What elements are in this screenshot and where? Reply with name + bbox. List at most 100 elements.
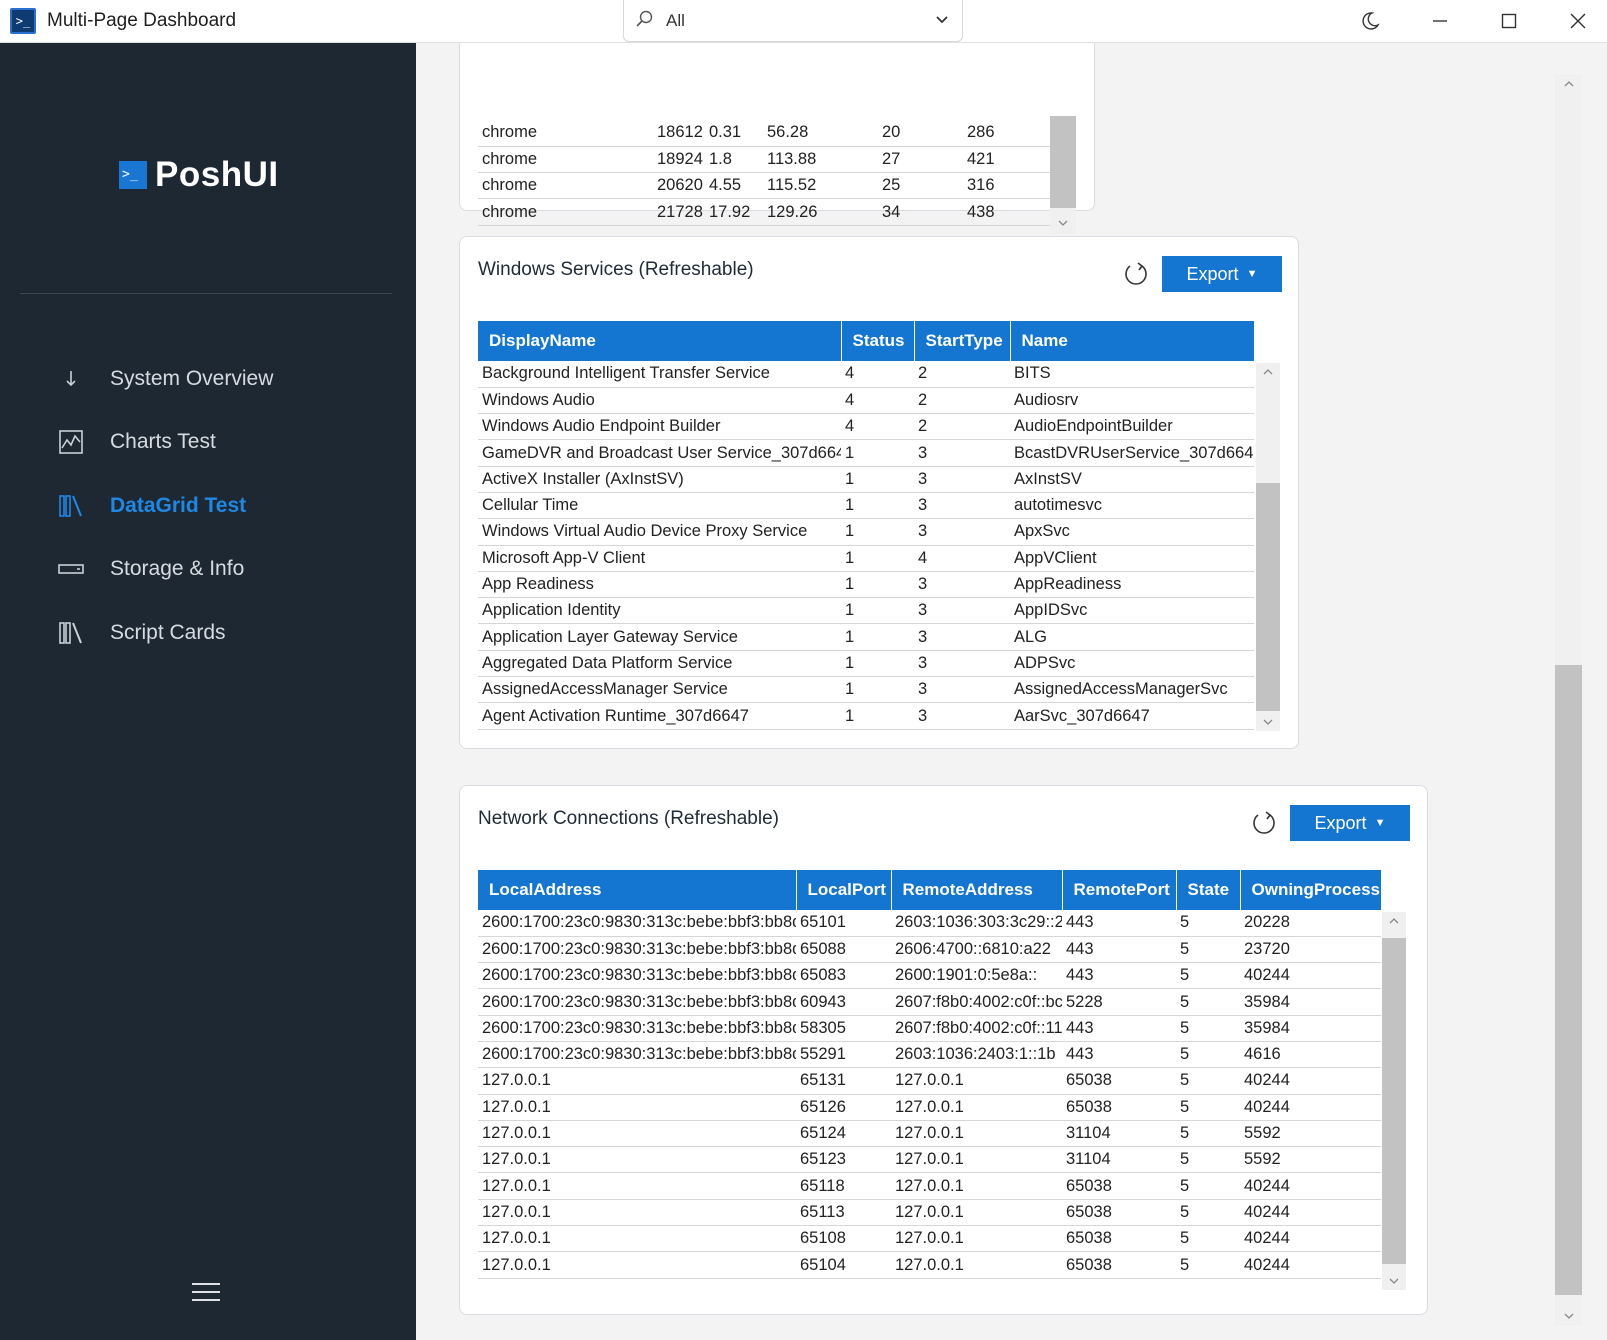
network-grid: LocalAddress LocalPort RemoteAddress Remote… <box>478 870 1382 1279</box>
column-header[interactable]: LocalPort <box>796 870 892 910</box>
table-cell: Audiosrv <box>1010 387 1254 415</box>
column-header[interactable]: OwningProcess <box>1240 870 1382 910</box>
table-row[interactable]: 2600:1700:23c0:9830:313c:bebe:bbf3:bb8d 6… <box>478 962 1381 990</box>
scroll-down-icon[interactable] <box>1555 1307 1582 1325</box>
table-cell: 4 <box>841 361 914 388</box>
table-row[interactable]: Cellular Time 1 3 autotimesvc <box>478 492 1254 520</box>
search-dropdown[interactable]: All <box>623 0 963 42</box>
scroll-down-icon[interactable] <box>1050 214 1076 232</box>
sidebar-item-charts-test[interactable]: Charts Test <box>0 414 416 470</box>
table-row[interactable]: Application Identity 1 3 AppIDSvc <box>478 597 1254 625</box>
process-card: chrome 18612 0.31 56.28 20 286 chrome 18924 1.8 1… <box>459 43 1095 234</box>
scroll-down-icon[interactable] <box>1382 1272 1406 1290</box>
table-row[interactable]: 127.0.0.1 65113 127.0.0.1 65038 5 40244 <box>478 1199 1381 1227</box>
maximize-button[interactable] <box>1479 0 1539 42</box>
page-scrollbar[interactable] <box>1555 75 1582 1325</box>
column-header[interactable]: Name <box>1010 321 1255 361</box>
table-row[interactable]: ActiveX Installer (AxInstSV) 1 3 AxInstSV <box>478 466 1254 493</box>
network-grid-scrollbar[interactable] <box>1382 912 1406 1290</box>
table-cell: 127.0.0.1 <box>891 1172 1062 1200</box>
column-header[interactable]: StartType <box>914 321 1011 361</box>
table-row[interactable]: Agent Activation Runtime_307d6647 1 3 AarSv… <box>478 702 1254 730</box>
table-row[interactable]: 127.0.0.1 65131 127.0.0.1 65038 5 40244 <box>478 1067 1381 1095</box>
table-row[interactable]: 127.0.0.1 65118 127.0.0.1 65038 5 40244 <box>478 1172 1381 1200</box>
table-cell: 127.0.0.1 <box>478 1225 796 1253</box>
table-cell: 2606:4700::6810:a22 <box>891 936 1062 964</box>
services-grid-scrollbar[interactable] <box>1256 363 1280 731</box>
table-row[interactable]: chrome 18612 0.31 56.28 20 286 <box>478 120 1050 147</box>
scrollbar-thumb[interactable] <box>1382 938 1406 1264</box>
table-row[interactable]: 2600:1700:23c0:9830:313c:bebe:bbf3:bb8d 5… <box>478 1015 1381 1042</box>
column-header[interactable]: RemoteAddress <box>891 870 1063 910</box>
table-row[interactable]: App Readiness 1 3 AppReadiness <box>478 571 1254 599</box>
table-cell: 17.92 <box>705 198 763 226</box>
table-cell: 21728 <box>653 198 705 226</box>
table-cell: Application Identity <box>478 597 841 625</box>
refresh-icon[interactable] <box>1250 808 1278 836</box>
table-row[interactable]: Microsoft App-V Client 1 4 AppVClient <box>478 545 1254 572</box>
table-cell: AssignedAccessManagerSvc <box>1010 676 1254 704</box>
table-cell: ADPSvc <box>1010 650 1254 678</box>
sidebar-item-system-overview[interactable]: System Overview <box>0 351 416 407</box>
process-grid-scrollbar[interactable] <box>1050 116 1076 234</box>
table-row[interactable]: chrome 21728 17.92 129.26 34 438 <box>478 198 1050 226</box>
table-cell: Cellular Time <box>478 492 841 520</box>
table-cell: 443 <box>1062 910 1176 937</box>
table-row[interactable]: 127.0.0.1 65126 127.0.0.1 65038 5 40244 <box>478 1094 1381 1121</box>
table-cell: 129.26 <box>763 198 878 226</box>
table-row[interactable]: 2600:1700:23c0:9830:313c:bebe:bbf3:bb8d 5… <box>478 1041 1381 1069</box>
column-header[interactable]: Status <box>841 321 915 361</box>
sidebar-item-script-cards[interactable]: Script Cards <box>0 605 416 661</box>
table-cell: 115.52 <box>763 172 878 200</box>
table-row[interactable]: Windows Virtual Audio Device Proxy Servi… <box>478 518 1254 546</box>
column-header[interactable]: RemotePort <box>1062 870 1177 910</box>
sidebar-item-label: Storage & Info <box>110 557 245 580</box>
table-row[interactable]: GameDVR and Broadcast User Service_307d6… <box>478 439 1254 467</box>
sidebar-item-storage-info[interactable]: Storage & Info <box>0 541 416 597</box>
column-header[interactable]: State <box>1176 870 1241 910</box>
table-row[interactable]: chrome 18924 1.8 113.88 27 421 <box>478 146 1050 174</box>
table-row[interactable]: AssignedAccessManager Service 1 3 AssignedA… <box>478 676 1254 704</box>
table-row[interactable]: 2600:1700:23c0:9830:313c:bebe:bbf3:bb8d 6… <box>478 988 1381 1016</box>
sidebar-item-label: Script Cards <box>110 621 226 644</box>
scroll-up-icon[interactable] <box>1256 363 1280 381</box>
table-row[interactable]: 127.0.0.1 65123 127.0.0.1 31104 5 5592 <box>478 1146 1381 1174</box>
theme-toggle-button[interactable] <box>1340 0 1400 42</box>
scroll-down-icon[interactable] <box>1256 713 1280 731</box>
table-row[interactable]: 2600:1700:23c0:9830:313c:bebe:bbf3:bb8d 6… <box>478 910 1381 937</box>
services-export-button[interactable]: Export ▼ <box>1162 256 1282 292</box>
table-row[interactable]: 127.0.0.1 65124 127.0.0.1 31104 5 5592 <box>478 1120 1381 1148</box>
table-row[interactable]: Windows Audio Endpoint Builder 4 2 AudioEnd… <box>478 413 1254 441</box>
scroll-up-icon[interactable] <box>1382 912 1406 930</box>
table-cell: 5 <box>1176 1251 1240 1279</box>
sidebar-item-datagrid-test[interactable]: DataGrid Test <box>0 478 416 534</box>
table-cell: 65038 <box>1062 1199 1176 1227</box>
scrollbar-thumb[interactable] <box>1050 116 1076 208</box>
table-cell: 127.0.0.1 <box>478 1094 796 1121</box>
table-row[interactable]: Windows Audio 4 2 Audiosrv <box>478 387 1254 415</box>
table-row[interactable]: Application Layer Gateway Service 1 3 ALG <box>478 623 1254 651</box>
scroll-up-icon[interactable] <box>1555 75 1582 93</box>
table-row[interactable]: Background Intelligent Transfer Service 4… <box>478 361 1254 388</box>
network-export-button[interactable]: Export ▼ <box>1290 805 1410 841</box>
column-header[interactable]: LocalAddress <box>478 870 797 910</box>
table-cell: 40244 <box>1240 1225 1381 1253</box>
table-row[interactable]: chrome 20620 4.55 115.52 25 316 <box>478 172 1050 200</box>
table-cell: 40244 <box>1240 1094 1381 1121</box>
minimize-button[interactable] <box>1410 0 1470 42</box>
table-cell: 5 <box>1176 962 1240 990</box>
hamburger-menu-icon[interactable] <box>191 1281 221 1303</box>
refresh-icon[interactable] <box>1122 259 1150 287</box>
table-cell: 65038 <box>1062 1172 1176 1200</box>
table-cell: 60943 <box>796 988 891 1016</box>
column-header[interactable]: DisplayName <box>478 321 842 361</box>
scrollbar-thumb[interactable] <box>1555 665 1582 1295</box>
table-row[interactable]: 2600:1700:23c0:9830:313c:bebe:bbf3:bb8d 6… <box>478 936 1381 964</box>
table-row[interactable]: 127.0.0.1 65104 127.0.0.1 65038 5 40244 <box>478 1251 1381 1279</box>
table-row[interactable]: 127.0.0.1 65108 127.0.0.1 65038 5 40244 <box>478 1225 1381 1253</box>
table-cell: 65088 <box>796 936 891 964</box>
close-button[interactable] <box>1548 0 1607 42</box>
scrollbar-thumb[interactable] <box>1256 483 1280 711</box>
table-cell: 127.0.0.1 <box>891 1120 1062 1148</box>
table-row[interactable]: Aggregated Data Platform Service 1 3 ADPSvc <box>478 650 1254 678</box>
